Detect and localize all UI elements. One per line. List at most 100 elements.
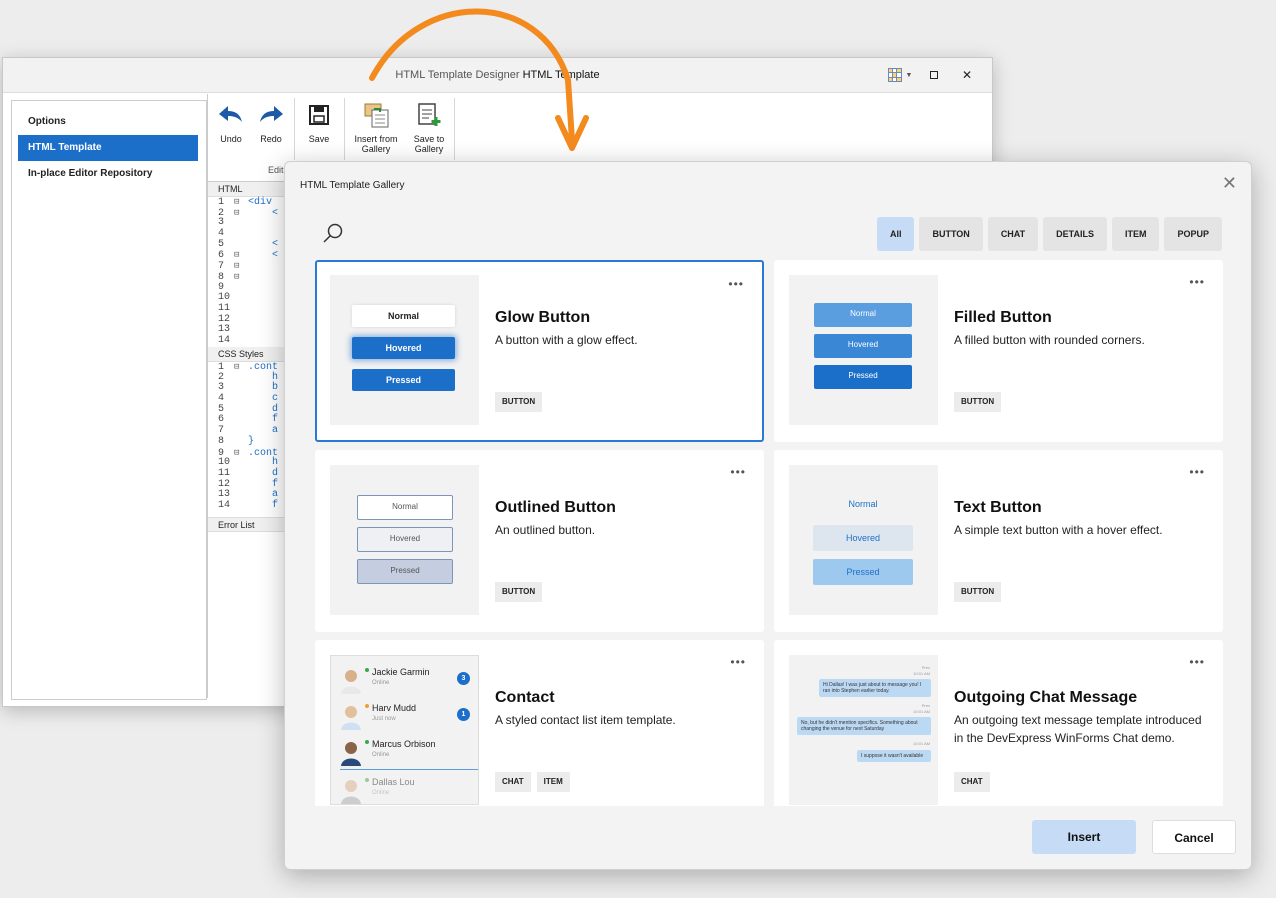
nav-item-html-template[interactable]: HTML Template (18, 135, 198, 161)
close-icon: ✕ (961, 68, 973, 82)
more-options-button[interactable]: ••• (1189, 465, 1205, 479)
code-text: <div (248, 197, 273, 208)
preview-hovered: Hovered (352, 337, 455, 359)
undo-label: Undo (220, 134, 242, 144)
card-title: Outgoing Chat Message (954, 689, 1138, 706)
line-number: 14 (218, 499, 231, 511)
template-card-outgoing-chat[interactable]: Prev 10:01 AM Hi Dallas! I was just abou… (774, 640, 1223, 806)
line-number: 14 (218, 334, 231, 346)
chat-sender: Prev (921, 703, 930, 708)
more-options-button[interactable]: ••• (1189, 655, 1205, 669)
preview-normal: Normal (814, 303, 912, 327)
more-options-button[interactable]: ••• (1189, 275, 1205, 289)
avatar (341, 742, 361, 766)
template-gallery-dialog: HTML Template Gallery ✕ All BUTTON CHAT … (284, 161, 1252, 870)
code-text: < (248, 207, 279, 219)
contact-status: Online (372, 752, 390, 758)
card-description: A filled button with rounded corners. (954, 333, 1145, 347)
cancel-button[interactable]: Cancel (1152, 820, 1236, 854)
close-window-button[interactable]: ✕ (958, 65, 976, 85)
status-dot (365, 778, 369, 782)
preview-pressed: Pressed (357, 559, 453, 584)
maximize-button[interactable] (925, 65, 943, 85)
card-title: Outlined Button (495, 499, 616, 516)
contact-row: Marcus Orbison Online (340, 734, 470, 770)
status-dot (365, 668, 369, 672)
chat-bubble: Hi Dallas! I was just about to message y… (819, 679, 931, 697)
chat-sender: Prev (921, 665, 930, 670)
nav-item-editor-repository[interactable]: In-place Editor Repository (18, 161, 198, 187)
filter-all[interactable]: All (876, 217, 915, 251)
card-title: Filled Button (954, 309, 1052, 326)
chat-bubble: I suppose it wasn't available (857, 750, 931, 762)
template-card-filled-button[interactable]: Normal Hovered Pressed Filled Button A f… (774, 260, 1223, 442)
gallery-close-button[interactable]: ✕ (1222, 174, 1237, 192)
redo-button[interactable]: Redo (256, 100, 286, 144)
maximize-icon (930, 71, 938, 79)
preview-pressed: Pressed (352, 369, 455, 391)
insert-button[interactable]: Insert (1032, 820, 1136, 854)
search-icon[interactable] (321, 222, 345, 246)
card-preview: Normal Hovered Pressed (789, 275, 938, 425)
save-label: Save (308, 134, 330, 144)
filter-item[interactable]: ITEM (1111, 217, 1160, 251)
card-tag: BUTTON (495, 582, 543, 602)
layout-menu-button[interactable]: ▼ (885, 65, 915, 85)
code-text: a (248, 425, 279, 437)
template-cards: Normal Hovered Pressed Glow Button A but… (315, 260, 1223, 806)
nav-item-options[interactable]: Options (18, 109, 198, 135)
close-icon: ✕ (1221, 173, 1237, 193)
undo-button[interactable]: Undo (216, 100, 246, 144)
card-description: An outgoing text message template introd… (954, 713, 1202, 745)
contact-name: Dallas Lou (372, 777, 415, 787)
preview-pressed: Pressed (814, 365, 912, 389)
code-text: f (248, 499, 279, 511)
contact-name: Harv Mudd (372, 703, 417, 713)
fold-icon[interactable]: ⊟ (234, 197, 248, 208)
status-dot (365, 704, 369, 708)
fold-icon[interactable]: ⊟ (234, 250, 248, 261)
contact-row: Dallas Lou Online (340, 772, 470, 804)
code-text: f (248, 478, 279, 490)
fold-icon[interactable]: ⊟ (234, 208, 248, 219)
line-number: 5 (218, 238, 225, 250)
avatar (341, 706, 361, 730)
template-card-text-button[interactable]: Normal Hovered Pressed Text Button A sim… (774, 450, 1223, 632)
fold-icon[interactable]: ⊟ (234, 362, 248, 373)
save-button[interactable]: Save (304, 100, 334, 144)
chat-time: 10:01 AM (913, 709, 930, 714)
card-description: A styled contact list item template. (495, 713, 676, 727)
fold-icon[interactable]: ⊟ (234, 272, 248, 283)
fold-icon[interactable]: ⊟ (234, 261, 248, 272)
filter-button[interactable]: BUTTON (919, 217, 983, 251)
preview-normal: Normal (352, 305, 455, 327)
chat-time: 10:01 AM (913, 671, 930, 676)
card-tag: CHAT (954, 772, 990, 792)
grid-icon (887, 68, 902, 82)
line-number: 11 (218, 302, 231, 314)
card-tag: BUTTON (495, 392, 543, 412)
chat-time: 10:01 AM (913, 741, 930, 746)
more-options-button[interactable]: ••• (728, 277, 744, 291)
code-text: c (248, 393, 279, 405)
contact-row: Harv Mudd Just now 1 (340, 698, 470, 734)
contact-status: Online (372, 790, 390, 796)
preview-hovered: Hovered (813, 525, 913, 551)
more-options-button[interactable]: ••• (730, 465, 746, 479)
template-card-outlined-button[interactable]: Normal Hovered Pressed Outlined Button A… (315, 450, 764, 632)
filter-chat[interactable]: CHAT (987, 217, 1039, 251)
filter-details[interactable]: DETAILS (1043, 217, 1107, 251)
code-text: < (248, 250, 279, 262)
card-tag: ITEM (536, 772, 570, 792)
avatar (341, 670, 361, 694)
line-number: 8 (218, 435, 225, 447)
template-card-contact[interactable]: Jackie Garmin Online 3 Harv Mudd Just no… (315, 640, 764, 806)
fold-icon[interactable]: ⊟ (234, 448, 248, 459)
ribbon-group-label: Edit (268, 165, 284, 175)
template-card-glow-button[interactable]: Normal Hovered Pressed Glow Button A but… (315, 260, 764, 442)
card-tag: CHAT (495, 772, 531, 792)
code-text: } (248, 435, 255, 447)
contact-name: Marcus Orbison (372, 739, 436, 749)
filter-popup[interactable]: POPUP (1164, 217, 1222, 251)
more-options-button[interactable]: ••• (730, 655, 746, 669)
